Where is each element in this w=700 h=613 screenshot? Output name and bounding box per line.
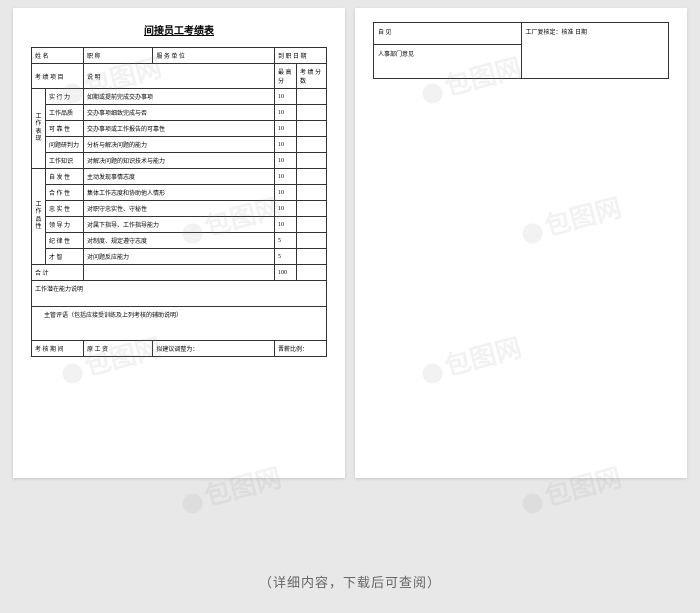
self-opinion-label: 自 见 [374, 23, 522, 45]
max-cell: 10 [275, 105, 297, 121]
desc-cell: 主动发现事情志度 [84, 169, 275, 185]
empty-cell [84, 265, 275, 281]
document-page-2: 自 见 工厂复核定：核准 日期 人事部门意见 [355, 8, 687, 478]
table-row: 工作表现 实 行 力 如期或提前完成交办事项 10 [32, 89, 327, 105]
desc-cell: 对职守忠实性、守秘性 [84, 201, 275, 217]
max-cell: 5 [275, 233, 297, 249]
wage-label: 原 工 资 [84, 341, 153, 357]
table-row: 考 核 期 间 原 工 资 拟建议调整为： 晋薪比例： [32, 341, 327, 357]
max-cell: 10 [275, 169, 297, 185]
desc-cell: 对属下指导、工作指导能力 [84, 217, 275, 233]
score-cell [297, 89, 327, 105]
group-label: 工作品性 [32, 169, 46, 265]
table-row: 问题研判力 分析与解决问题的能力 10 [32, 137, 327, 153]
table-row: 工作品质 交办事项细致完成与否 10 [32, 105, 327, 121]
item-cell: 工作知识 [46, 153, 84, 169]
ratio-label: 晋薪比例： [275, 341, 327, 357]
period-label: 考 核 期 间 [32, 341, 84, 357]
score-cell [297, 169, 327, 185]
item-cell: 实 行 力 [46, 89, 84, 105]
desc-cell: 如期或提前完成交办事项 [84, 89, 275, 105]
score-cell [297, 217, 327, 233]
score-cell [297, 185, 327, 201]
factory-review-label: 工厂复核定：核准 日期 [521, 23, 669, 79]
total-max: 100 [275, 265, 297, 281]
max-cell: 10 [275, 201, 297, 217]
footer-note: （详细内容，下载后可查阅） [0, 572, 700, 591]
max-cell: 10 [275, 217, 297, 233]
name-label: 姓 名 [32, 48, 84, 64]
desc-cell: 集体工作志度和协助他人情形 [84, 185, 275, 201]
hr-opinion-label: 人事部门意见 [374, 45, 522, 79]
col-max: 最 高 分 [275, 64, 297, 89]
watermark-logo-icon [180, 491, 204, 515]
score-cell [297, 265, 327, 281]
table-row: 领 导 力 对属下指导、工作指导能力 10 [32, 217, 327, 233]
table-row: 姓 名 职 称 服 务 单 位 到 职 日 期 [32, 48, 327, 64]
table-row: 考 绩 项 目 说 明 最 高 分 考 绩 分 数 [32, 64, 327, 89]
table-row: 合 计 100 [32, 265, 327, 281]
desc-cell: 对问题反应能力 [84, 249, 275, 265]
desc-cell: 对解决问题的知识技术与能力 [84, 153, 275, 169]
score-cell [297, 201, 327, 217]
table-row: 工作品性 自 发 性 主动发现事情志度 10 [32, 169, 327, 185]
score-cell [297, 105, 327, 121]
max-cell: 10 [275, 121, 297, 137]
item-cell: 可 靠 性 [46, 121, 84, 137]
max-cell: 10 [275, 137, 297, 153]
hire-date-label: 到 职 日 期 [275, 48, 327, 64]
dept-label: 服 务 单 位 [153, 48, 275, 64]
desc-cell: 交办事项细致完成与否 [84, 105, 275, 121]
item-cell: 才 智 [46, 249, 84, 265]
table-row: 纪 律 性 对制度、规定遵守志度 5 [32, 233, 327, 249]
table-row: 可 靠 性 交办事项或工作报告的可靠性 10 [32, 121, 327, 137]
item-cell: 忠 实 性 [46, 201, 84, 217]
max-cell: 10 [275, 153, 297, 169]
document-title: 间接员工考绩表 [31, 22, 327, 37]
position-label: 职 称 [84, 48, 153, 64]
col-item: 考 绩 项 目 [32, 64, 84, 89]
col-score: 考 绩 分 数 [297, 64, 327, 89]
manager-comment-label: 主管评语（包括应接受训练及上列考核的辅助说明） [32, 307, 327, 341]
table-row: 自 见 工厂复核定：核准 日期 [374, 23, 669, 45]
table-row: 工作知识 对解决问题的知识技术与能力 10 [32, 153, 327, 169]
desc-cell: 对制度、规定遵守志度 [84, 233, 275, 249]
document-page-1: 间接员工考绩表 姓 名 职 称 服 务 单 位 到 职 日 期 考 绩 项 目 … [13, 8, 345, 478]
score-cell [297, 233, 327, 249]
item-cell: 自 发 性 [46, 169, 84, 185]
table-row: 主管评语（包括应接受训练及上列考核的辅助说明） [32, 307, 327, 341]
score-cell [297, 121, 327, 137]
adjust-label: 拟建议调整为： [153, 341, 275, 357]
item-cell: 领 导 力 [46, 217, 84, 233]
table-row: 工作潜在能力说明 [32, 281, 327, 307]
table-row: 才 智 对问题反应能力 5 [32, 249, 327, 265]
col-desc: 说 明 [84, 64, 275, 89]
appraisal-table: 姓 名 职 称 服 务 单 位 到 职 日 期 考 绩 项 目 说 明 最 高 … [31, 47, 327, 357]
max-cell: 5 [275, 249, 297, 265]
desc-cell: 交办事项或工作报告的可靠性 [84, 121, 275, 137]
item-cell: 合 作 性 [46, 185, 84, 201]
item-cell: 工作品质 [46, 105, 84, 121]
desc-cell: 分析与解决问题的能力 [84, 137, 275, 153]
max-cell: 10 [275, 89, 297, 105]
score-cell [297, 137, 327, 153]
group-label: 工作表现 [32, 89, 46, 169]
item-cell: 问题研判力 [46, 137, 84, 153]
item-cell: 纪 律 性 [46, 233, 84, 249]
watermark-logo-icon [520, 491, 544, 515]
max-cell: 10 [275, 185, 297, 201]
table-row: 忠 实 性 对职守忠实性、守秘性 10 [32, 201, 327, 217]
approval-table: 自 见 工厂复核定：核准 日期 人事部门意见 [373, 22, 669, 79]
total-label: 合 计 [32, 265, 84, 281]
potential-label: 工作潜在能力说明 [32, 281, 327, 307]
table-row: 合 作 性 集体工作志度和协助他人情形 10 [32, 185, 327, 201]
score-cell [297, 153, 327, 169]
score-cell [297, 249, 327, 265]
